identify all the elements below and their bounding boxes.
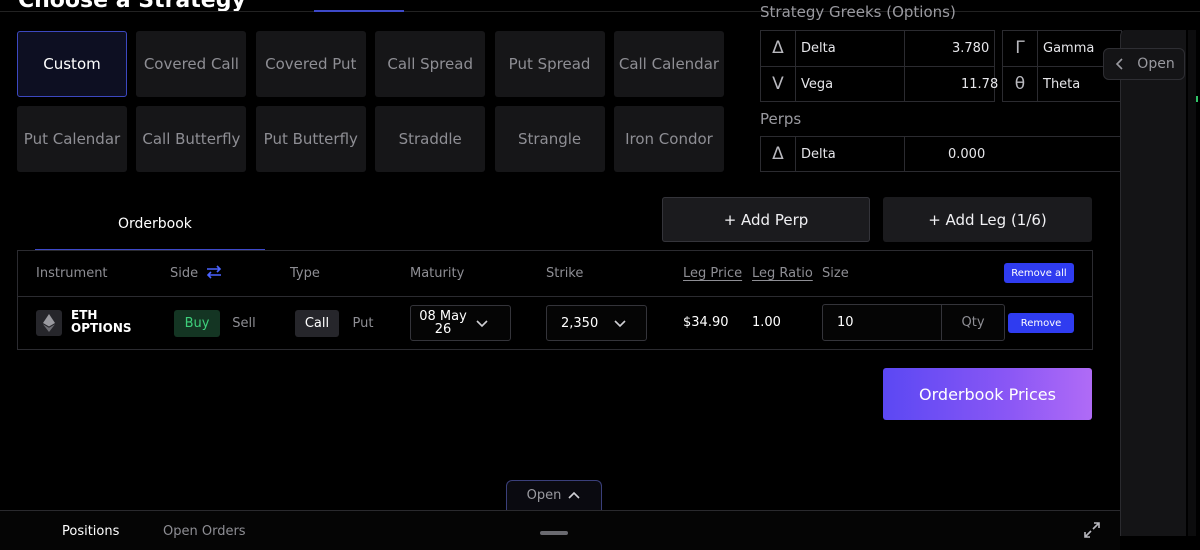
leg-table: Instrument Side Type Maturity Strike Leg…	[17, 250, 1093, 350]
side-sell-toggle[interactable]: Sell	[226, 310, 262, 337]
header-leg-ratio[interactable]: Leg Ratio	[752, 266, 813, 281]
type-put-toggle[interactable]: Put	[345, 310, 381, 337]
instrument-name: ETH OPTIONS	[71, 309, 132, 335]
header-type: Type	[290, 266, 320, 281]
bottom-open-button[interactable]: Open	[506, 480, 602, 510]
size-input[interactable]: 10	[822, 304, 942, 341]
strategy-call-butterfly-button[interactable]: Call Butterfly	[136, 106, 247, 172]
instrument-name-line2: OPTIONS	[71, 321, 132, 335]
delta-icon: Δ	[772, 38, 784, 58]
side-drawer-panel	[1120, 30, 1186, 536]
remove-all-button[interactable]: Remove all	[1004, 263, 1074, 283]
maturity-value: 08 May 26	[411, 310, 475, 336]
header-leg-price[interactable]: Leg Price	[683, 266, 742, 281]
chevron-down-icon	[476, 320, 488, 328]
strike-value: 2,350	[561, 315, 599, 331]
side-open-label: Open	[1137, 56, 1175, 72]
strategy-strangle-button[interactable]: Strangle	[494, 106, 605, 172]
chevron-up-icon	[568, 491, 580, 499]
orderbook-prices-button[interactable]: Orderbook Prices	[883, 368, 1092, 420]
strategy-straddle-button[interactable]: Straddle	[375, 106, 486, 172]
header-maturity: Maturity	[410, 266, 465, 281]
chevron-left-icon	[1116, 58, 1123, 70]
chevron-down-icon	[614, 320, 626, 328]
strategy-put-butterfly-button[interactable]: Put Butterfly	[255, 106, 366, 172]
swap-icon[interactable]	[205, 263, 223, 281]
perps-delta-value: 0.000	[948, 146, 986, 162]
vega-icon: V	[772, 74, 784, 94]
vega-label: Vega	[801, 76, 834, 92]
bottom-open-label: Open	[526, 488, 562, 503]
tab-positions[interactable]: Positions	[62, 524, 119, 539]
leg-ratio-value: 1.00	[752, 315, 781, 330]
top-divider	[0, 11, 1200, 12]
strategy-custom-button[interactable]: Custom	[17, 31, 127, 97]
strategy-covered-put-button[interactable]: Covered Put	[255, 31, 366, 97]
bottom-bar: Positions Open Orders	[0, 510, 1120, 550]
delta-label: Delta	[801, 40, 836, 56]
header-size: Size	[822, 266, 849, 281]
gamma-label: Gamma	[1043, 40, 1095, 56]
strategy-call-calendar-button[interactable]: Call Calendar	[613, 31, 724, 97]
maturity-select[interactable]: 08 May 26	[410, 305, 511, 341]
strategy-grid: Custom Covered Call Covered Put Call Spr…	[17, 31, 724, 172]
strike-select[interactable]: 2,350	[546, 305, 647, 341]
strategy-iron-condor-button[interactable]: Iron Condor	[613, 106, 724, 172]
side-buy-toggle[interactable]: Buy	[174, 310, 220, 337]
strategy-call-spread-button[interactable]: Call Spread	[375, 31, 486, 97]
remove-leg-button[interactable]: Remove	[1008, 313, 1074, 333]
strategy-put-calendar-button[interactable]: Put Calendar	[17, 106, 127, 172]
theta-label: Theta	[1043, 76, 1081, 92]
type-call-toggle[interactable]: Call	[295, 310, 339, 337]
side-open-button[interactable]: Open	[1103, 48, 1185, 80]
gamma-icon: Γ	[1015, 38, 1025, 58]
vega-value: 11.78	[961, 76, 999, 92]
status-indicator	[1196, 96, 1198, 102]
eth-icon	[36, 310, 62, 336]
strategy-covered-call-button[interactable]: Covered Call	[136, 31, 247, 97]
maturity-value-line2: 26	[434, 322, 452, 337]
greeks-col-divider	[904, 30, 905, 102]
header-side: Side	[170, 266, 199, 281]
strategy-put-spread-button[interactable]: Put Spread	[494, 31, 605, 97]
leg-price-value: $34.90	[683, 315, 729, 330]
qty-input[interactable]: Qty	[941, 304, 1005, 341]
tab-orderbook[interactable]: Orderbook	[118, 216, 192, 232]
perps-delta-icon: Δ	[772, 144, 784, 164]
side-scrollbar[interactable]	[1188, 30, 1196, 536]
tab-open-orders[interactable]: Open Orders	[163, 524, 246, 539]
expand-icon[interactable]	[1083, 521, 1101, 539]
top-tab-indicator	[314, 10, 404, 12]
drawer-drag-handle[interactable]	[540, 531, 568, 535]
perps-col-divider	[904, 136, 905, 172]
leg-table-divider	[18, 296, 1092, 297]
greeks-title: Strategy Greeks (Options)	[760, 3, 956, 21]
add-leg-button[interactable]: + Add Leg (1/6)	[883, 197, 1092, 242]
perps-delta-label: Delta	[801, 146, 836, 162]
add-perp-button[interactable]: + Add Perp	[662, 197, 870, 242]
perps-title: Perps	[760, 110, 802, 128]
theta-icon: θ	[1014, 74, 1026, 94]
delta-value: 3.780	[952, 40, 990, 56]
header-strike: Strike	[546, 266, 584, 281]
header-instrument: Instrument	[36, 266, 108, 281]
